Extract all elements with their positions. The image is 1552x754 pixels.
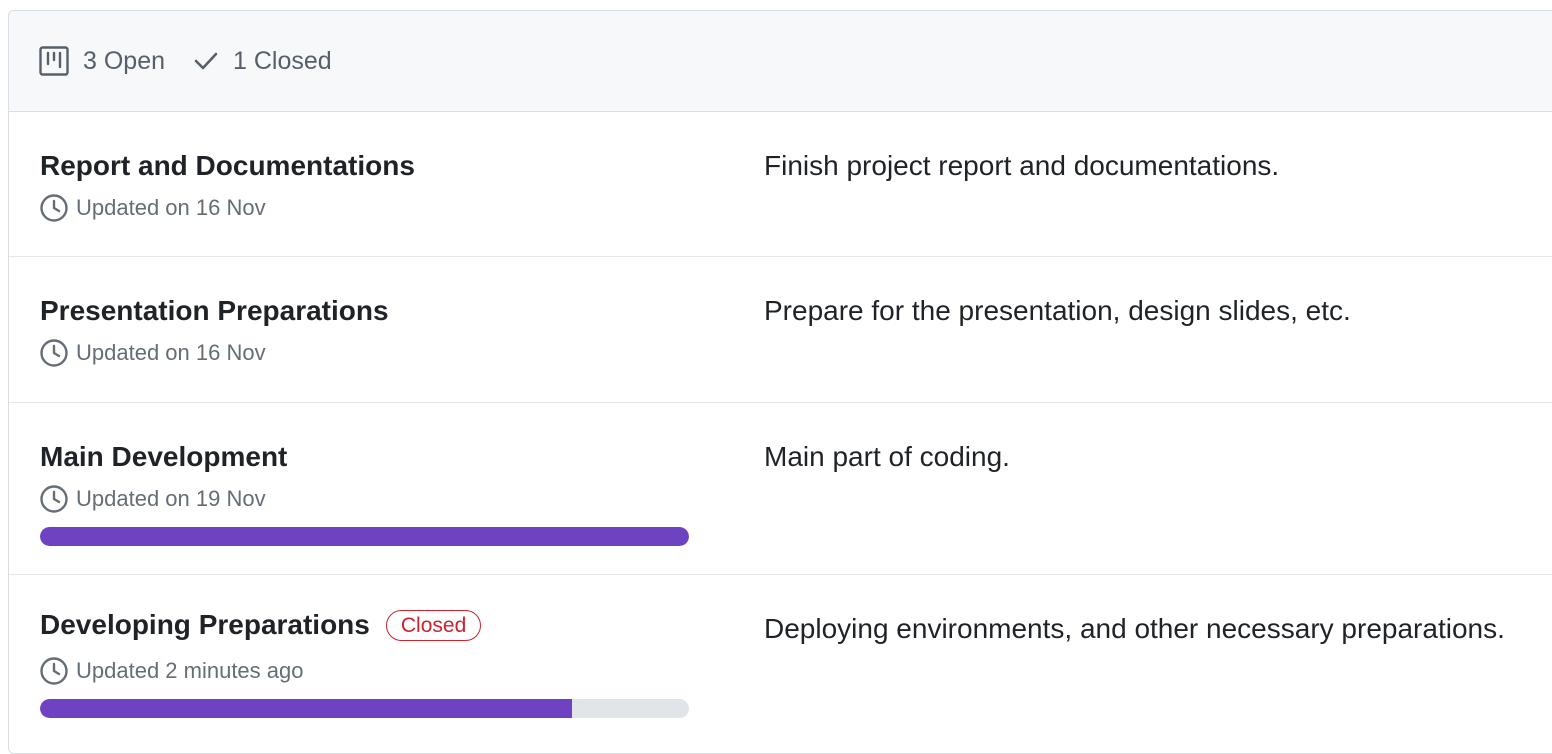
milestone-description: Main part of coding. — [764, 441, 1010, 472]
closed-filter[interactable]: 1 Closed — [193, 47, 332, 76]
progress-fill — [40, 527, 689, 546]
milestone-row: Report and Documentations Updated on 16 … — [9, 112, 1552, 257]
milestone-title[interactable]: Main Development — [40, 441, 287, 473]
milestone-title[interactable]: Report and Documentations — [40, 150, 415, 182]
project-board-icon — [39, 46, 69, 76]
open-count-label: 3 Open — [83, 46, 166, 75]
milestone-progress-bar — [40, 699, 689, 718]
milestone-progress-bar — [40, 527, 689, 546]
milestones-header: 3 Open 1 Closed — [9, 11, 1552, 112]
milestone-updated-text: Updated on 16 Nov — [76, 340, 266, 365]
milestone-description: Finish project report and documentations… — [764, 150, 1280, 181]
milestone-updated-text: Updated on 16 Nov — [76, 195, 266, 220]
closed-count-label: 1 Closed — [233, 46, 332, 75]
clock-icon — [40, 339, 68, 367]
progress-fill — [40, 699, 573, 718]
milestone-row: Developing Preparations Closed Updated 2… — [9, 575, 1552, 753]
milestone-updated: Updated on 16 Nov — [40, 194, 690, 222]
milestone-updated-text: Updated on 19 Nov — [76, 486, 266, 511]
milestone-description: Deploying environments, and other necess… — [764, 613, 1505, 644]
milestone-updated-text: Updated 2 minutes ago — [76, 658, 304, 683]
milestone-title[interactable]: Presentation Preparations — [40, 295, 389, 327]
milestone-row: Presentation Preparations Updated on 16 … — [9, 257, 1552, 403]
milestone-updated: Updated on 16 Nov — [40, 339, 690, 367]
milestone-row: Main Development Updated on 19 Nov Main … — [9, 403, 1552, 575]
milestones-panel: 3 Open 1 Closed Report and Documentation… — [8, 10, 1552, 754]
clock-icon — [40, 485, 68, 513]
clock-icon — [40, 194, 68, 222]
milestone-description: Prepare for the presentation, design sli… — [764, 295, 1351, 326]
milestone-title[interactable]: Developing Preparations — [40, 609, 370, 641]
check-icon — [194, 52, 218, 70]
closed-status-badge: Closed — [385, 609, 482, 641]
open-filter[interactable]: 3 Open — [39, 46, 165, 76]
milestone-updated: Updated on 19 Nov — [40, 485, 690, 513]
milestone-updated: Updated 2 minutes ago — [40, 657, 690, 685]
clock-icon — [40, 657, 68, 685]
